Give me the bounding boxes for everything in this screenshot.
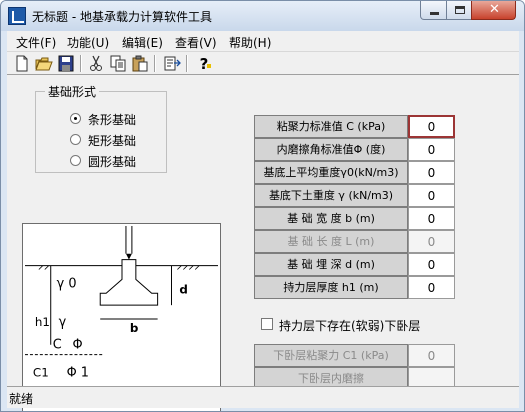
close-button[interactable]: ✕: [471, 1, 516, 20]
title-bar[interactable]: 无标题 - 地基承载力计算软件工具 ✕: [1, 1, 524, 31]
label-phi: Φ: [73, 338, 83, 353]
param-label-friction-angle: 内磨擦角标准值Φ (度): [254, 138, 408, 161]
export-icon[interactable]: [163, 55, 181, 72]
menu-file[interactable]: 文件(F): [16, 34, 56, 51]
app-window: 无标题 - 地基承载力计算软件工具 ✕ 文件(F) 功能(U) 编辑(E) 查看…: [0, 0, 525, 412]
toolbar-separator: [80, 55, 82, 72]
toolbar-separator: [186, 55, 188, 72]
menu-bar: 文件(F) 功能(U) 编辑(E) 查看(V) 帮助(H): [7, 31, 519, 51]
window-title: 无标题 - 地基承载力计算软件工具: [32, 10, 212, 24]
label-gamma: γ: [59, 315, 67, 330]
radio-label[interactable]: 矩形基础: [88, 132, 136, 149]
menu-view[interactable]: 查看(V): [175, 34, 217, 51]
friction-angle-input[interactable]: [408, 138, 455, 161]
radio-label[interactable]: 圆形基础: [88, 153, 136, 170]
form-area: 基础形式 条形基础 矩形基础 圆形基础 b d γ 0 h1 γ C Φ C1 …: [7, 76, 519, 411]
new-icon[interactable]: [13, 55, 31, 72]
client-area: 文件(F) 功能(U) 编辑(E) 查看(V) 帮助(H) ? 基础形式 条形基…: [7, 31, 519, 411]
close-icon: ✕: [489, 2, 500, 17]
label-gamma0: γ 0: [57, 276, 77, 291]
param-label-unit-weight-below: 基底下土重度 γ (kN/m3): [254, 184, 408, 207]
param-label-depth: 基 础 埋 深 d (m): [254, 253, 408, 276]
label-d: d: [179, 282, 188, 296]
length-input[interactable]: [408, 230, 455, 253]
toolbar: ?: [7, 51, 519, 75]
param-label-cohesion: 粘聚力标准值 C (kPa): [254, 115, 408, 138]
label-c1: C1: [33, 365, 49, 379]
foundation-type-legend: 基础形式: [45, 83, 100, 100]
label-h1: h1: [35, 315, 50, 329]
radio-button-selected-icon[interactable]: [70, 113, 81, 124]
minimize-icon: [430, 12, 439, 15]
help-icon[interactable]: ?: [195, 55, 213, 72]
app-building-icon: [8, 7, 26, 25]
cut-icon[interactable]: [87, 55, 105, 72]
radio-button-icon[interactable]: [70, 155, 81, 166]
bearing-thickness-input[interactable]: [408, 276, 455, 299]
menu-function[interactable]: 功能(U): [67, 34, 109, 51]
paste-icon[interactable]: [131, 55, 149, 72]
foundation-diagram: b d γ 0 h1 γ C Φ C1 Φ 1: [22, 223, 221, 411]
width-input[interactable]: [408, 207, 455, 230]
label-phi1: Φ 1: [67, 365, 89, 380]
param-label-width: 基 础 宽 度 b (m): [254, 207, 408, 230]
maximize-icon: [455, 6, 465, 14]
weak-layer-checkbox-label[interactable]: 持力层下存在(软弱)下卧层: [279, 317, 420, 334]
param-label-weak-friction: 下卧层内磨擦: [254, 367, 408, 386]
footing-shape: [99, 259, 159, 306]
toolbar-separator: [154, 55, 156, 72]
label-b: b: [130, 321, 139, 335]
svg-text:?: ?: [200, 55, 209, 72]
minimize-button[interactable]: [420, 1, 447, 20]
load-arrowhead: [125, 253, 132, 260]
maximize-button[interactable]: [446, 1, 472, 20]
weak-cohesion-input[interactable]: [408, 344, 455, 367]
menu-edit[interactable]: 编辑(E): [122, 34, 163, 51]
unit-weight-above-input[interactable]: [408, 161, 455, 184]
param-label-weak-cohesion: 下卧层粘聚力 C1 (kPa): [254, 344, 408, 367]
weak-friction-input[interactable]: [408, 367, 455, 386]
status-bar: 就绪: [7, 386, 519, 408]
menu-help[interactable]: 帮助(H): [229, 34, 271, 51]
param-label-unit-weight-above: 基底上平均重度γ0(kN/m3): [254, 161, 408, 184]
weak-layer-checkbox[interactable]: [261, 318, 273, 330]
param-label-bearing-thickness: 持力层厚度 h1 (m): [254, 276, 408, 299]
radio-button-icon[interactable]: [70, 134, 81, 145]
ground-hatch: [38, 265, 200, 270]
depth-input[interactable]: [408, 253, 455, 276]
label-c: C: [53, 338, 62, 353]
status-text: 就绪: [9, 392, 34, 406]
copy-icon[interactable]: [109, 55, 127, 72]
save-icon[interactable]: [57, 55, 75, 72]
unit-weight-below-input[interactable]: [408, 184, 455, 207]
open-icon[interactable]: [35, 55, 53, 72]
param-label-length: 基 础 长 度 L (m): [254, 230, 408, 253]
cohesion-input[interactable]: [408, 115, 455, 138]
radio-label[interactable]: 条形基础: [88, 111, 136, 128]
